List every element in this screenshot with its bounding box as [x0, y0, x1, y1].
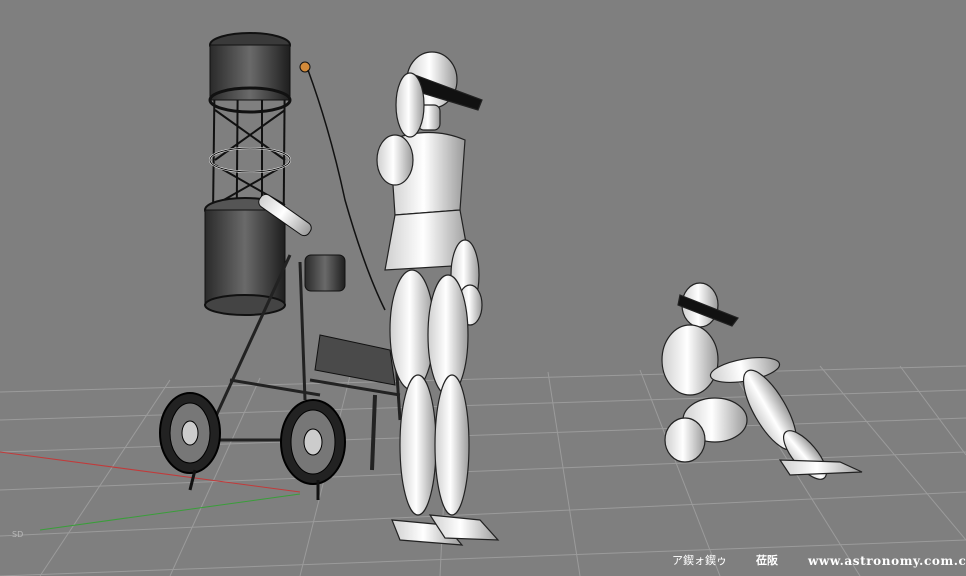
right-wheel [280, 399, 346, 485]
watermark-chinese-text: 莅阪 [756, 554, 778, 567]
watermark-url: www.astronomy.com.cn [808, 554, 966, 568]
axis-widget-label: SD [12, 530, 24, 539]
sitting-mannequin[interactable] [661, 282, 863, 486]
x-axis-line [0, 451, 301, 493]
left-wheel [159, 392, 221, 474]
3d-viewport[interactable]: SD ア鍥ォ鍥ゥ 莅阪 www.astronomy.com.cn [0, 0, 966, 576]
watermark-garbled-text: ア鍥ォ鍥ゥ [672, 554, 727, 567]
scene-canvas[interactable] [0, 0, 966, 576]
telescope-cart[interactable] [159, 32, 402, 500]
